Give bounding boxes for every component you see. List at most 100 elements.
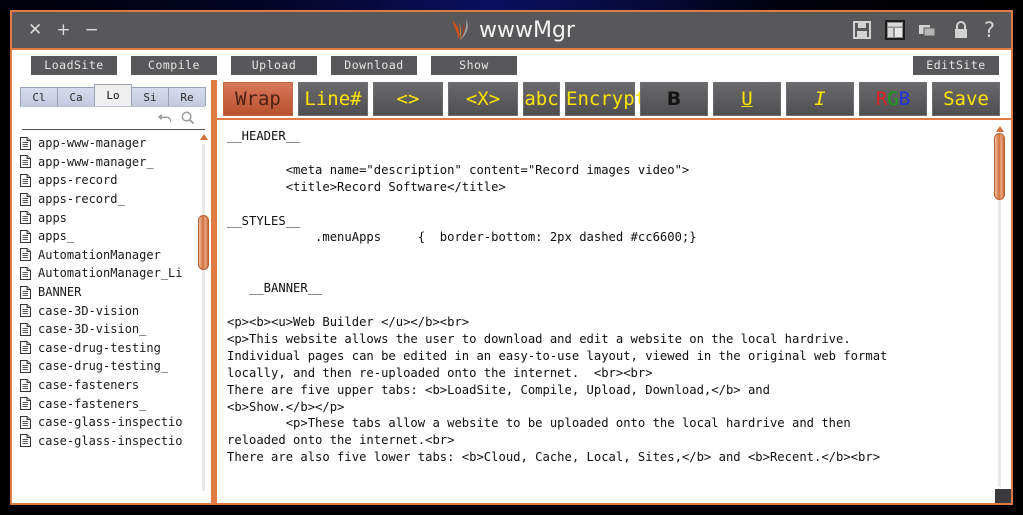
file-icon [20, 266, 31, 280]
lock-icon[interactable] [951, 20, 971, 40]
help-icon[interactable]: ? [984, 19, 995, 41]
file-list-item[interactable]: case-glass-inspectio [20, 432, 211, 451]
compile-button[interactable]: Compile [131, 55, 217, 75]
color-button[interactable]: RGB [859, 82, 927, 116]
file-icon [20, 322, 31, 336]
file-list-item[interactable]: app-www-manager [20, 134, 211, 153]
editor-scroll-up-arrow[interactable] [996, 126, 1004, 132]
sidebar-toolbar [20, 106, 205, 127]
underline-button[interactable]: U [713, 82, 781, 116]
close-icon[interactable]: ✕ [28, 21, 42, 39]
sidebar-tab-local[interactable]: Lo [94, 84, 132, 106]
editor-pane: Wrap Line# <> <X> abc Encrypt B U I RGB … [214, 80, 1011, 503]
file-name: BANNER [38, 285, 82, 300]
sidebar-tab-sites[interactable]: Si [131, 87, 169, 106]
file-name: app-www-manager [38, 136, 147, 151]
file-icon [20, 341, 31, 355]
maximize-icon[interactable]: + [56, 21, 70, 39]
file-icon [20, 285, 31, 299]
file-name: AutomationManager_Li [38, 266, 183, 281]
file-list-item[interactable]: app-www-manager_ [20, 153, 211, 172]
close-tag-button[interactable]: <X> [448, 82, 518, 116]
scroll-up-arrow[interactable] [200, 134, 208, 140]
file-icon [20, 397, 31, 411]
download-button[interactable]: Download [331, 55, 417, 75]
tag-button[interactable]: <> [373, 82, 443, 116]
main-window: ✕ + − wwwMgr ? LoadSite Compile Upload D… [10, 10, 1013, 505]
sidebar-tab-cloud[interactable]: Cl [20, 87, 58, 106]
file-name: case-glass-inspectio [38, 433, 183, 448]
title-bar: ✕ + − wwwMgr ? [12, 12, 1011, 50]
file-icon [20, 211, 31, 225]
file-name: case-fasteners_ [38, 396, 147, 411]
wrap-button[interactable]: Wrap [223, 82, 293, 116]
windows-icon[interactable] [918, 20, 938, 40]
top-action-right-group: EditSite [913, 55, 1011, 75]
editsite-button[interactable]: EditSite [913, 55, 999, 75]
encrypt-button[interactable]: Encrypt [565, 82, 646, 116]
loadsite-button[interactable]: LoadSite [31, 55, 117, 75]
file-list-item[interactable]: case-fasteners [20, 376, 211, 395]
file-name: case-fasteners [38, 378, 140, 393]
file-name: app-www-manager_ [38, 154, 154, 169]
sidebar: Cl Ca Lo Si Re app-www-manager app-www-m… [12, 80, 214, 503]
file-list-item[interactable]: apps [20, 208, 211, 227]
sidebar-scrollbar[interactable] [198, 134, 209, 501]
window-title: wwwMgr [479, 17, 575, 43]
file-icon [20, 359, 31, 373]
sidebar-tab-cache[interactable]: Ca [57, 87, 95, 106]
file-name: case-drug-testing [38, 340, 161, 355]
main-body: Cl Ca Lo Si Re app-www-manager app-www-m… [12, 80, 1011, 503]
editor-save-button[interactable]: Save [932, 82, 1000, 116]
file-icon [20, 434, 31, 448]
sidebar-tabs: Cl Ca Lo Si Re [20, 84, 206, 106]
file-list-item[interactable]: case-fasteners_ [20, 394, 211, 413]
scrollbar-thumb[interactable] [198, 214, 209, 270]
file-icon [20, 248, 31, 262]
search-icon[interactable] [180, 110, 195, 125]
file-icon [20, 192, 31, 206]
italic-button[interactable]: I [786, 82, 854, 116]
resize-corner[interactable] [995, 489, 1011, 503]
app-root: ✕ + − wwwMgr ? LoadSite Compile Upload D… [0, 0, 1023, 515]
file-list-item[interactable]: apps-record [20, 171, 211, 190]
file-icon [20, 173, 31, 187]
file-list-item[interactable]: case-3D-vision [20, 301, 211, 320]
editor-scrollbar-thumb[interactable] [994, 133, 1005, 201]
bold-button[interactable]: B [640, 82, 708, 116]
file-list-item[interactable]: AutomationManager [20, 246, 211, 265]
file-list-item[interactable]: apps-record_ [20, 190, 211, 209]
file-list-item[interactable]: case-drug-testing [20, 339, 211, 358]
code-text[interactable]: __HEADER__ <meta name="description" cont… [227, 128, 1011, 466]
file-list-item[interactable]: BANNER [20, 283, 211, 302]
file-list-item[interactable]: case-glass-inspectio [20, 413, 211, 432]
file-list-item[interactable]: AutomationManager_Li [20, 264, 211, 283]
abc-button[interactable]: abc [523, 82, 560, 116]
minimize-icon[interactable]: − [85, 21, 99, 39]
editor-scrollbar[interactable] [994, 126, 1005, 497]
file-icon [20, 155, 31, 169]
window-controls: ✕ + − [12, 21, 99, 39]
file-list-item[interactable]: apps_ [20, 227, 211, 246]
file-icon [20, 229, 31, 243]
line-number-button[interactable]: Line# [298, 82, 368, 116]
file-name: case-3D-vision_ [38, 322, 147, 337]
file-icon [20, 415, 31, 429]
file-name: AutomationManager [38, 247, 161, 262]
file-name: case-3D-vision [38, 303, 140, 318]
layout-icon[interactable] [884, 20, 905, 40]
file-icon [20, 304, 31, 318]
file-list-item[interactable]: case-3D-vision_ [20, 320, 211, 339]
file-name: apps [38, 210, 67, 225]
scrollbar-track[interactable] [202, 144, 205, 491]
file-list[interactable]: app-www-manager app-www-manager_ apps-reco… [12, 130, 211, 503]
upload-button[interactable]: Upload [231, 55, 317, 75]
save-icon[interactable] [852, 20, 872, 40]
sidebar-tab-recent[interactable]: Re [168, 87, 206, 106]
title-bar-actions: ? [852, 19, 1011, 41]
code-area[interactable]: __HEADER__ <meta name="description" cont… [217, 120, 1011, 503]
back-arrow-icon[interactable] [157, 110, 172, 125]
file-list-item[interactable]: case-drug-testing_ [20, 357, 211, 376]
file-icon [20, 136, 31, 150]
show-button[interactable]: Show [431, 55, 517, 75]
